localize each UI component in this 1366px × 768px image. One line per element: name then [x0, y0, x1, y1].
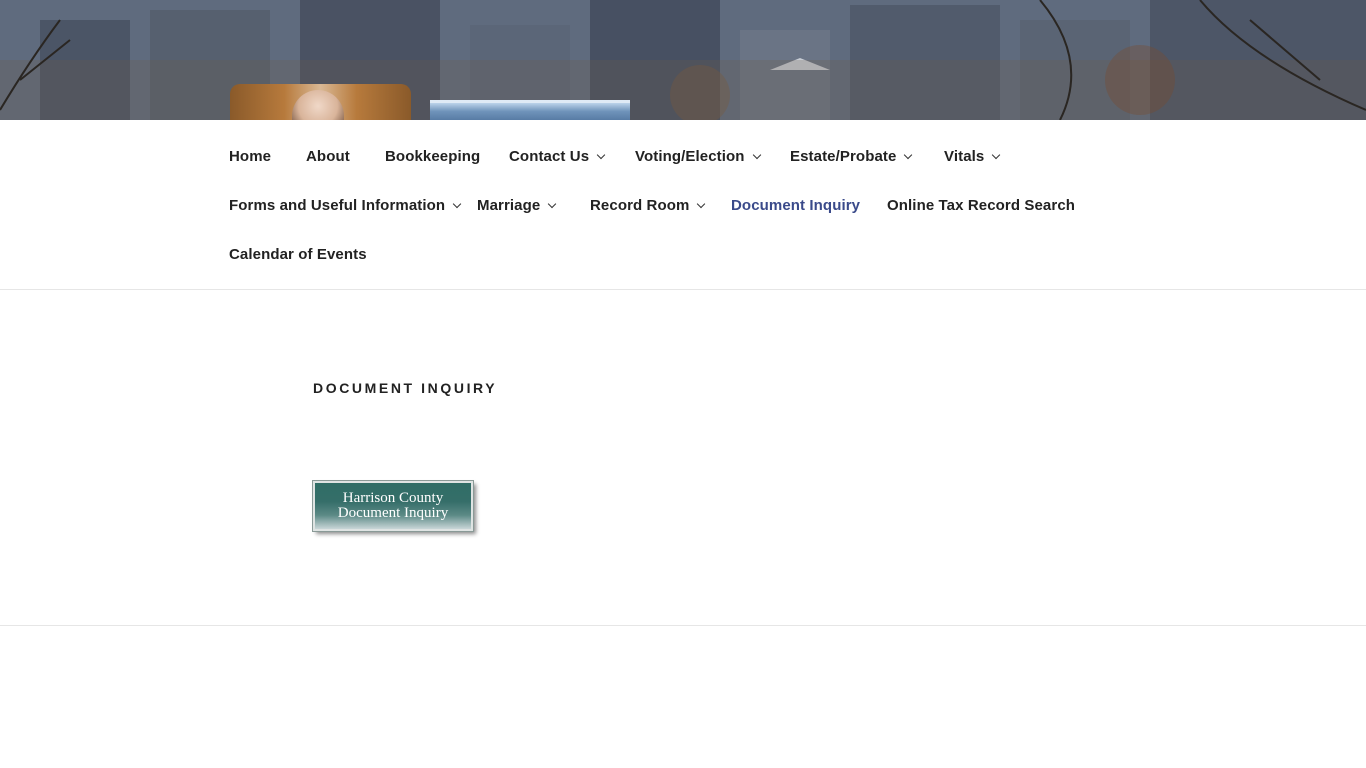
chevron-down-icon — [548, 199, 557, 208]
nav-about-label: About — [306, 148, 350, 165]
main-content: DOCUMENT INQUIRY Harrison County Documen… — [0, 290, 1366, 626]
nav-vitals-label: Vitals — [944, 148, 985, 165]
chevron-down-icon — [596, 150, 606, 159]
nav-forms-useful-information[interactable]: Forms and Useful Information — [229, 197, 462, 214]
nav-marriage[interactable]: Marriage — [477, 197, 557, 214]
cityscape-illustration — [0, 0, 1366, 120]
chevron-down-icon — [752, 150, 761, 159]
nav-voting-election-label: Voting/Election — [635, 148, 745, 165]
nav-document-inquiry-label: Document Inquiry — [731, 197, 861, 214]
nav-home-label: Home — [229, 148, 272, 165]
nav-online-tax-record-search[interactable]: Online Tax Record Search — [887, 197, 1075, 214]
nav-calendar-label: Calendar of Events — [229, 246, 367, 263]
nav-contact-us-label: Contact Us — [509, 148, 590, 165]
nav-voting-election[interactable]: Voting/Election — [635, 148, 761, 165]
nav-vitals[interactable]: Vitals — [944, 148, 1001, 165]
nav-forms-label: Forms and Useful Information — [229, 197, 446, 214]
nav-bookkeeping[interactable]: Bookkeeping — [385, 148, 480, 165]
nav-record-room[interactable]: Record Room — [590, 197, 706, 214]
chevron-down-icon — [697, 199, 706, 208]
profile-photo — [230, 84, 411, 120]
chevron-down-icon — [904, 150, 913, 159]
nav-record-room-label: Record Room — [590, 197, 690, 214]
page-title: DOCUMENT INQUIRY — [313, 380, 498, 396]
nav-marriage-label: Marriage — [477, 197, 541, 214]
button-line-1: Harrison County — [342, 490, 444, 506]
document-inquiry-button[interactable]: Harrison County Document Inquiry — [312, 480, 474, 532]
nav-estate-probate-label: Estate/Probate — [790, 148, 897, 165]
nav-calendar-of-events[interactable]: Calendar of Events — [229, 246, 367, 263]
nav-contact-us[interactable]: Contact Us — [509, 148, 606, 165]
button-line-2: Document Inquiry — [337, 505, 449, 521]
chevron-down-icon — [992, 150, 1001, 159]
chevron-down-icon — [452, 199, 462, 208]
header-banner — [430, 100, 630, 120]
nav-about[interactable]: About — [306, 148, 350, 165]
nav-estate-probate[interactable]: Estate/Probate — [790, 148, 913, 165]
nav-home[interactable]: Home — [229, 148, 271, 165]
main-navigation: Home About Bookkeeping Contact Us Voting… — [0, 120, 1366, 290]
nav-bookkeeping-label: Bookkeeping — [385, 148, 481, 165]
header-image — [0, 0, 1366, 120]
nav-online-tax-label: Online Tax Record Search — [887, 197, 1076, 214]
nav-document-inquiry[interactable]: Document Inquiry — [731, 197, 860, 214]
person-face — [292, 90, 344, 120]
